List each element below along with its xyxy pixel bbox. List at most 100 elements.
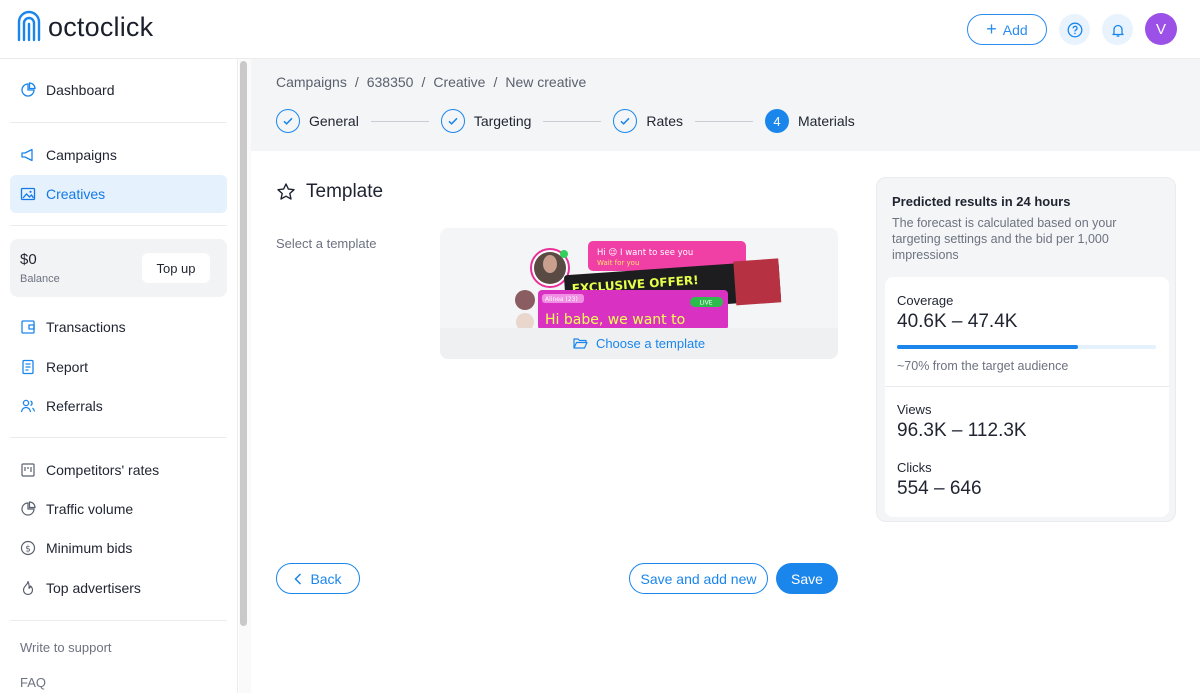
back-button-label: Back — [310, 570, 342, 587]
dollar-circle-icon: $ — [20, 540, 36, 556]
step-targeting[interactable]: Targeting — [440, 109, 532, 133]
prediction-title: Predicted results in 24 hours — [892, 194, 1071, 209]
breadcrumb-separator: / — [493, 74, 498, 90]
svg-text:$: $ — [25, 544, 31, 554]
breadcrumb-separator: / — [354, 74, 359, 90]
prediction-metrics: Coverage 40.6K – 47.4K ~70% from the tar… — [885, 277, 1169, 517]
sidebar-item-label: Report — [46, 359, 89, 375]
sidebar-item-referrals[interactable]: Referrals — [10, 387, 227, 425]
step-connector — [694, 120, 753, 122]
chevron-left-icon — [294, 572, 302, 585]
write-to-support-link[interactable]: Write to support — [20, 640, 112, 655]
sidebar-item-label: Campaigns — [46, 147, 117, 163]
balance-card: $0 Balance Top up — [10, 239, 227, 297]
clicks-value: 554 – 646 — [897, 478, 982, 499]
sidebar-item-dashboard[interactable]: Dashboard — [10, 71, 227, 109]
sidebar-item-label: Creatives — [46, 186, 106, 202]
section-title-text: Template — [306, 181, 384, 202]
coverage-note: ~70% from the target audience — [897, 359, 1069, 373]
image-icon — [20, 186, 36, 202]
breadcrumb-separator: / — [421, 74, 426, 90]
sidebar-item-top-advertisers[interactable]: Top advertisers — [10, 569, 227, 607]
step-connector — [543, 120, 602, 122]
stepper: General Targeting Rates 4 Materials — [276, 109, 855, 133]
breadcrumb-current: New creative — [505, 74, 587, 90]
preview-bubble-text: Hi 😉 I want to see you — [597, 248, 693, 258]
prediction-description: The forecast is calculated based on your… — [892, 216, 1117, 262]
sidebar-item-creatives[interactable]: Creatives — [10, 175, 227, 213]
coverage-progress-bar — [897, 345, 1156, 349]
balance-label: Balance — [20, 273, 60, 285]
template-preview-image: Hi 😉 I want to see you Wait for you EXCL… — [515, 241, 782, 328]
coverage-progress-fill — [897, 345, 1079, 349]
views-label: Views — [897, 402, 932, 417]
sidebar: Dashboard Campaigns Creatives $0 Balance… — [0, 59, 238, 693]
sidebar-item-transactions[interactable]: Transactions — [10, 308, 227, 346]
prediction-panel: Predicted results in 24 hours The foreca… — [876, 177, 1176, 522]
report-icon — [20, 359, 36, 375]
faq-link[interactable]: FAQ — [20, 675, 46, 690]
sidebar-item-label: Traffic volume — [46, 501, 134, 517]
sidebar-item-label: Dashboard — [46, 82, 115, 98]
star-icon — [277, 183, 295, 200]
logo[interactable]: octoclick — [16, 10, 153, 44]
divider — [10, 122, 227, 123]
add-button-label: Add — [1002, 21, 1028, 38]
divider — [10, 437, 227, 438]
pie-chart-icon — [20, 82, 36, 98]
bar-chart-icon — [20, 462, 36, 478]
breadcrumb-campaigns[interactable]: Campaigns — [276, 74, 347, 90]
save-button[interactable]: Save — [776, 563, 838, 594]
sidebar-item-competitors-rates[interactable]: Competitors' rates — [10, 451, 227, 489]
page-header: Campaigns / 638350 / Creative / New crea… — [251, 59, 1200, 151]
check-icon — [440, 109, 465, 133]
sidebar-item-label: Minimum bids — [46, 540, 133, 556]
flame-icon — [20, 580, 36, 596]
notifications-button[interactable] — [1102, 14, 1133, 45]
sidebar-item-label: Transactions — [46, 319, 126, 335]
section-title: Template — [276, 181, 383, 203]
save-and-add-new-button[interactable]: Save and add new — [629, 563, 768, 594]
pie-chart-icon — [20, 501, 36, 517]
divider — [10, 225, 227, 226]
back-button[interactable]: Back — [276, 563, 360, 594]
sidebar-item-campaigns[interactable]: Campaigns — [10, 136, 227, 174]
step-general[interactable]: General — [276, 109, 359, 133]
preview-live-badge: LIVE — [699, 300, 712, 307]
check-icon — [276, 109, 300, 133]
folder-icon — [573, 338, 588, 349]
choose-template-button[interactable]: Choose a template — [440, 328, 838, 359]
preview-bubble-sub: Wait for you — [597, 259, 639, 267]
step-number: 4 — [764, 109, 789, 133]
preview-message: Hi babe, we want to — [545, 312, 685, 328]
balance-amount: $0 — [20, 251, 37, 268]
step-materials[interactable]: 4 Materials — [764, 109, 855, 133]
template-picker[interactable]: Hi 😉 I want to see you Wait for you EXCL… — [440, 228, 838, 359]
step-rates[interactable]: Rates — [613, 109, 683, 133]
step-label: Rates — [646, 113, 683, 129]
sidebar-item-report[interactable]: Report — [10, 348, 227, 386]
sidebar-item-traffic-volume[interactable]: Traffic volume — [10, 490, 227, 528]
choose-template-label: Choose a template — [595, 336, 706, 351]
top-bar: octoclick + Add V — [0, 0, 1200, 59]
views-value: 96.3K – 112.3K — [897, 420, 1027, 441]
step-label: Materials — [797, 113, 855, 129]
coverage-value: 40.6K – 47.4K — [897, 311, 1018, 332]
step-label: General — [309, 113, 359, 129]
sidebar-item-minimum-bids[interactable]: $ Minimum bids — [10, 529, 227, 567]
divider — [885, 386, 1169, 387]
breadcrumb-campaign-id[interactable]: 638350 — [367, 74, 414, 90]
sidebar-scrollbar[interactable] — [240, 61, 247, 626]
preview-name-tag: Alinea (23) — [545, 296, 578, 303]
user-avatar[interactable]: V — [1145, 13, 1177, 45]
help-button[interactable] — [1059, 14, 1090, 45]
step-label: Targeting — [473, 113, 532, 129]
megaphone-icon — [20, 147, 36, 163]
sidebar-item-label: Competitors' rates — [46, 462, 160, 478]
divider — [10, 620, 227, 621]
breadcrumb-creative[interactable]: Creative — [433, 74, 485, 90]
top-up-button[interactable]: Top up — [142, 253, 210, 283]
add-button[interactable]: + Add — [967, 14, 1047, 45]
breadcrumb: Campaigns / 638350 / Creative / New crea… — [276, 74, 586, 90]
select-template-label: Select a template — [276, 236, 377, 251]
